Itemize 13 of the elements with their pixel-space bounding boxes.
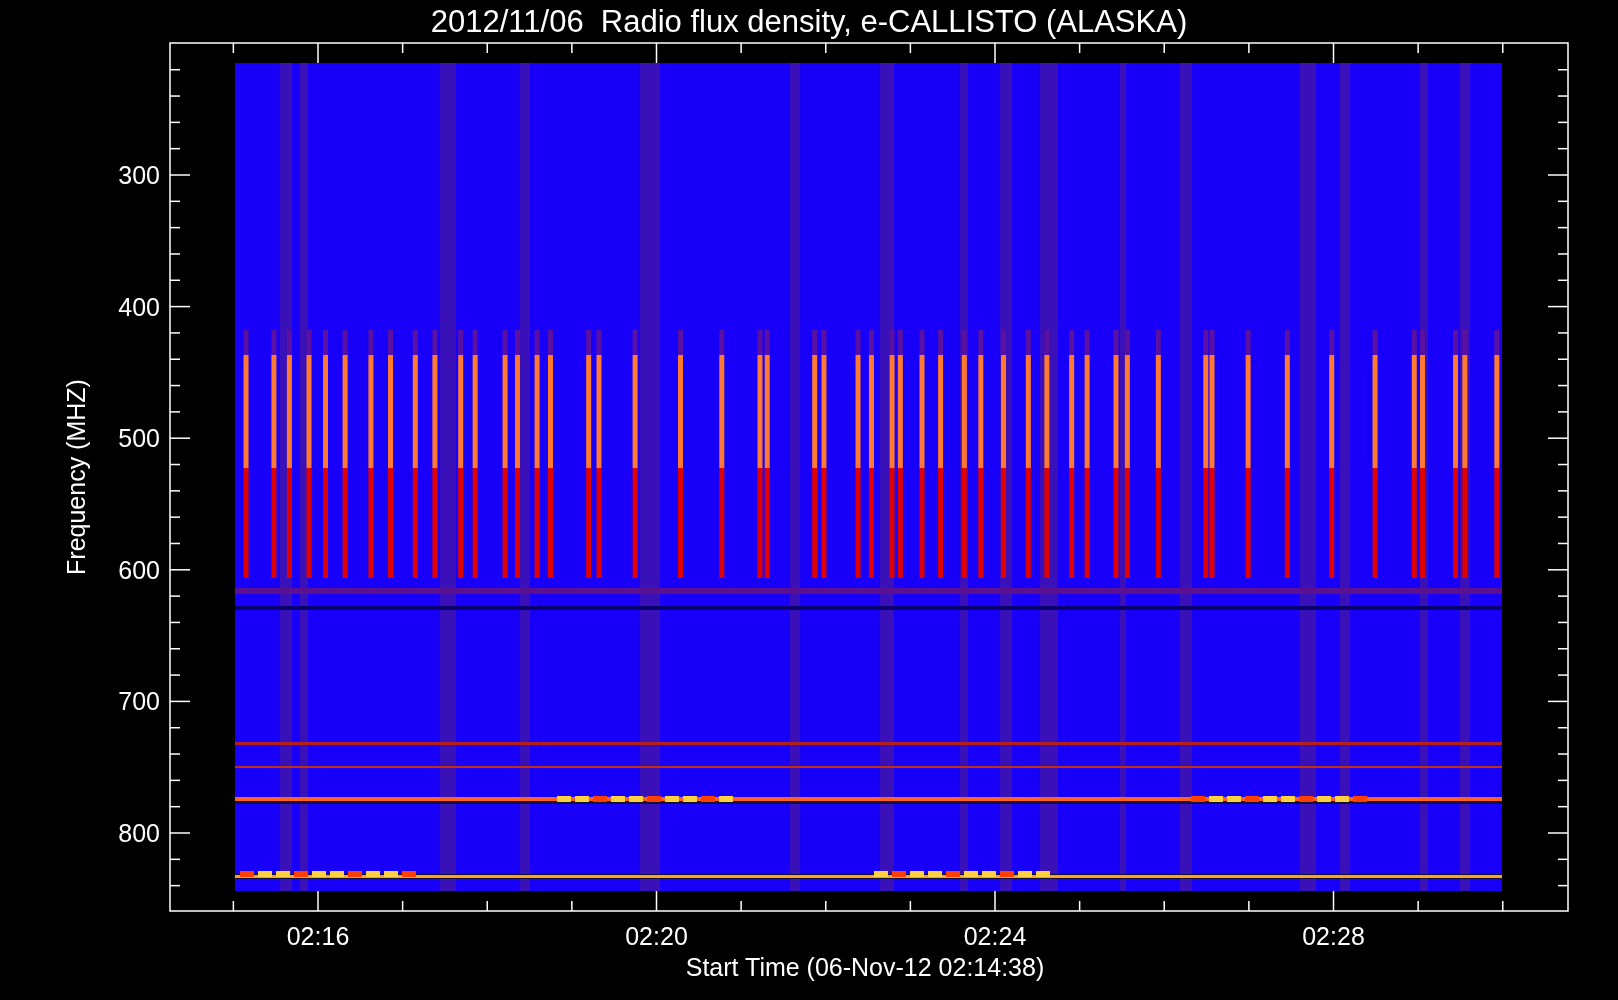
y-tick-label: 600 [118,555,160,584]
x-tick-label: 02:16 [286,922,350,950]
plot-title: 2012/11/06 Radio flux density, e-CALLISTO (ALASKA) [430,4,1188,39]
y-tick-label: 800 [118,819,160,847]
y-tick-label: 300 [118,161,160,189]
x-axis-label: Start Time (06-Nov-12 02:14:38) [685,953,1045,981]
y-axis-label: Frequency (MHZ) [62,379,90,575]
x-tick-label: 02:20 [625,922,688,950]
y-tick-label: 400 [118,292,160,321]
x-tick-label: 02:24 [963,922,1027,950]
y-tick-label: 500 [118,424,160,453]
y-tick-label: 700 [118,687,160,716]
x-tick-label: 02:28 [1302,922,1365,950]
